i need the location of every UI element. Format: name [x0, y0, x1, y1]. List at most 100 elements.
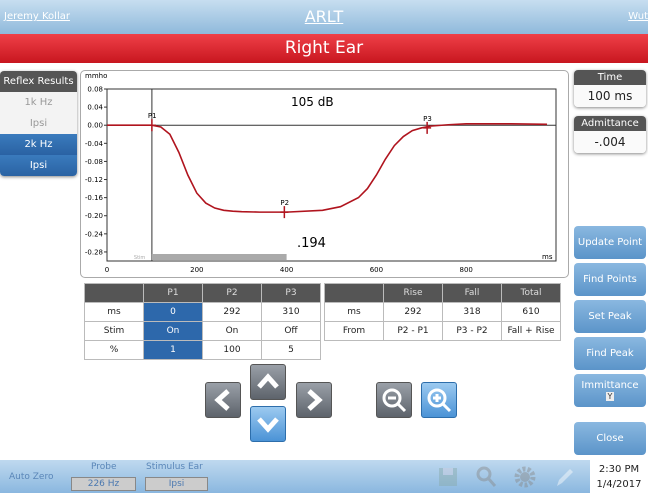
x-tick-label: 600 — [370, 266, 383, 274]
reflex-item-2k-mode[interactable]: Ipsi — [0, 155, 77, 176]
status-bar: Auto Zero Probe 226 Hz Stimulus Ear Ipsi… — [0, 460, 648, 493]
timing-cell: ms — [324, 302, 384, 322]
gear-icon[interactable] — [513, 465, 537, 489]
immittance-sub: Y — [605, 392, 615, 401]
timing-row: ms 292 318 610 — [324, 302, 561, 322]
save-icon[interactable] — [436, 465, 460, 489]
pencil-icon[interactable] — [552, 465, 576, 489]
down-arrow-button[interactable] — [250, 406, 286, 442]
value-annotation: .194 — [297, 236, 326, 251]
update-point-button[interactable]: Update Point — [574, 226, 646, 259]
y-tick-label: -0.16 — [85, 194, 104, 202]
app-title[interactable]: ARLT — [0, 7, 648, 26]
peaks-cell[interactable]: 1 — [143, 340, 203, 360]
peaks-row: Stim On On Off — [84, 321, 321, 341]
find-points-button[interactable]: Find Points — [574, 263, 646, 296]
peaks-cell[interactable]: 100 — [202, 340, 262, 360]
peaks-row: P1 P2 P3 — [84, 283, 321, 303]
reflex-item-2k-freq[interactable]: 2k Hz — [0, 134, 77, 155]
left-arrow-button[interactable] — [205, 382, 241, 418]
timing-cell — [324, 283, 384, 303]
clock-time: 2:30 PM — [598, 464, 640, 475]
close-button[interactable]: Close — [574, 422, 646, 455]
set-peak-button[interactable]: Set Peak — [574, 300, 646, 333]
y-tick-label: -0.28 — [85, 248, 103, 256]
reflex-item-1k-mode[interactable]: Ipsi — [0, 113, 77, 134]
chevron-right-icon — [307, 389, 323, 411]
marker-label: P1 — [148, 112, 157, 120]
y-tick-label: 0.04 — [87, 104, 103, 112]
peaks-cell: P1 — [143, 283, 203, 303]
y-tick-label: 0.08 — [87, 86, 103, 94]
title-bar: Jeremy Kollar ARLT Wut — [0, 0, 648, 34]
right-arrow-button[interactable] — [296, 382, 332, 418]
reflex-chart: mmho ms 0.08 0.04 0.00 -0.04 -0.08 -0.12 -0.16 -0… — [80, 70, 569, 278]
x-axis-label: ms — [542, 253, 553, 261]
peaks-cell[interactable]: On — [143, 321, 203, 341]
right-link[interactable]: Wut — [628, 11, 648, 22]
stimulus-ear-label: Stimulus Ear — [146, 462, 203, 472]
time-label: Time — [574, 70, 646, 85]
timing-row: From P2 - P1 P3 - P2 Fall + Rise — [324, 321, 561, 341]
y-tick-label: -0.08 — [85, 158, 103, 166]
x-tick-label: 800 — [460, 266, 473, 274]
search-icon[interactable] — [474, 465, 498, 489]
chevron-up-icon — [257, 373, 279, 389]
stim-bar — [151, 254, 287, 260]
reflex-title: Reflex Results — [0, 71, 77, 92]
marker-label: P3 — [423, 115, 432, 123]
clock-date: 1/4/2017 — [596, 479, 642, 490]
time-value: 100 ms — [574, 85, 646, 107]
stimulus-ear-field[interactable]: Ipsi — [145, 477, 208, 491]
time-box: Time 100 ms — [574, 70, 646, 107]
timing-cell[interactable]: P2 - P1 — [383, 321, 443, 341]
zoom-out-button[interactable] — [376, 382, 412, 418]
level-annotation: 105 dB — [291, 95, 334, 109]
zoom-in-button[interactable] — [421, 382, 457, 418]
timing-cell: Rise — [383, 283, 443, 303]
peaks-cell[interactable]: 5 — [261, 340, 321, 360]
chevron-left-icon — [214, 389, 230, 411]
peaks-cell[interactable]: 292 — [202, 302, 262, 322]
timing-cell: Fall — [442, 283, 502, 303]
marker-label: P2 — [280, 199, 289, 207]
x-tick-label: 200 — [190, 266, 203, 274]
chevron-down-icon — [257, 417, 279, 433]
peaks-cell: % — [84, 340, 144, 360]
clock: 2:30 PM 1/4/2017 — [590, 460, 648, 493]
chart-svg[interactable]: mmho ms 0.08 0.04 0.00 -0.04 -0.08 -0.12 -0.16 -0… — [81, 71, 570, 279]
find-peak-button[interactable]: Find Peak — [574, 337, 646, 370]
stim-label: Stim — [134, 255, 146, 261]
y-tick-label: -0.20 — [85, 212, 103, 220]
reflex-item-1k-freq[interactable]: 1k Hz — [0, 92, 77, 113]
timing-cell[interactable]: 292 — [383, 302, 443, 322]
immittance-button[interactable]: Immittance Y — [574, 374, 646, 407]
admittance-value: -.004 mmho — [574, 131, 646, 153]
y-tick-label: -0.12 — [85, 176, 103, 184]
timing-row: Rise Fall Total — [324, 283, 561, 303]
y-tick-label: -0.04 — [85, 140, 104, 148]
reflex-results: Reflex Results 1k Hz Ipsi 2k Hz Ipsi — [0, 71, 77, 176]
peaks-cell[interactable]: On — [202, 321, 262, 341]
probe-field[interactable]: 226 Hz — [71, 477, 136, 491]
timing-cell[interactable]: 610 — [501, 302, 561, 322]
timing-table: Rise Fall Total ms 292 318 610 From P2 - P1 P3 - … — [324, 283, 561, 341]
timing-cell[interactable]: 318 — [442, 302, 502, 322]
immittance-label: Immittance — [581, 380, 639, 391]
timing-cell[interactable]: P3 - P2 — [442, 321, 502, 341]
peaks-cell: P3 — [261, 283, 321, 303]
y-tick-label: 0.00 — [87, 122, 103, 130]
auto-zero-button[interactable]: Auto Zero — [9, 472, 53, 482]
peaks-cell: Stim — [84, 321, 144, 341]
timing-cell: From — [324, 321, 384, 341]
peaks-row: % 1 100 5 — [84, 340, 321, 360]
peaks-cell[interactable]: 310 — [261, 302, 321, 322]
peaks-cell[interactable]: 0 — [143, 302, 203, 322]
probe-label: Probe — [91, 462, 117, 472]
up-arrow-button[interactable] — [250, 364, 286, 400]
plot-area — [106, 88, 557, 262]
peaks-cell[interactable]: Off — [261, 321, 321, 341]
timing-cell[interactable]: Fall + Rise — [501, 321, 561, 341]
peaks-cell: P2 — [202, 283, 262, 303]
x-tick-label: 400 — [280, 266, 293, 274]
